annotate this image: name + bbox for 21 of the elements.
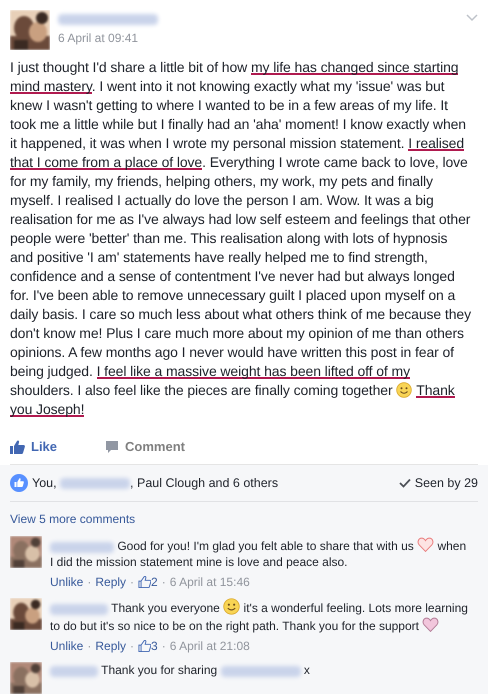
like-button[interactable]: Like (10, 437, 58, 456)
reactions-text: You, , Paul Clough and 6 others (32, 474, 278, 492)
like-count[interactable]: 2 (138, 574, 158, 590)
comment-text: Good for you! I'm glad you felt able to share that with us when I did the mission statement mine is love and peace also. (50, 536, 468, 570)
post-text: I just thought I'd share a little bit of how my life has changed since starting mind mastery. I went into it not knowing exactly what my 'issue' was but knew I wasn't getting to where I wanted to be in a few areas of my life. It took me a little while but I finally had an 'aha' moment! I know exactly when it happened, it was when I wrote my personal mission statement. I realised that I come from a place of love. Everything I wrote came back to love, love for my family, my friends, helping others, my work, my pets and finally myself. I realised I actually do love the person I am. Wow. It was a big realisation for me as I've always had low self esteem and feelings that other people were 'better' than me. This realisation along with lots of hypnosis and positive 'I am' statements have really helped me to find strength, confidence and a sense of contentment I've never had but always longed for. I've been able to remove unnecessary guilt I placed upon myself on a daily basis. I care so much less about what others think of me because they don't know me! Plus I care much more about my opinion of me than others opinions. A few months ago I never would have written this post in fear of being judged. I feel like a massive weight has been lifted off of my shoulders. I also feel like the pieces are finally coming together Thank you Joseph! (9, 58, 472, 419)
seen-count: Seen by 29 (398, 474, 478, 492)
reply-link[interactable]: Reply (95, 638, 126, 654)
unlike-link[interactable]: Unlike (50, 638, 84, 654)
separator-dot: · (87, 574, 92, 590)
comment-text: Thank you everyone it's a wonderful feeling. Lots more learning to do but it's so nice to be on the right path. Thank you for the support (50, 598, 468, 634)
separator-dot: · (87, 638, 92, 654)
separator-dot: · (162, 574, 166, 590)
view-more-comments-link[interactable]: View 5 more comments (10, 510, 136, 528)
comment-button[interactable]: Comment (105, 437, 185, 456)
comment-text: Thank you for sharing x (50, 662, 310, 678)
like-count[interactable]: 3 (138, 638, 158, 654)
unlike-link[interactable]: Unlike (50, 574, 84, 590)
reply-link[interactable]: Reply (95, 574, 126, 590)
separator-dot: · (162, 638, 166, 654)
separator-dot: · (130, 574, 134, 590)
separator-dot: · (130, 638, 134, 654)
